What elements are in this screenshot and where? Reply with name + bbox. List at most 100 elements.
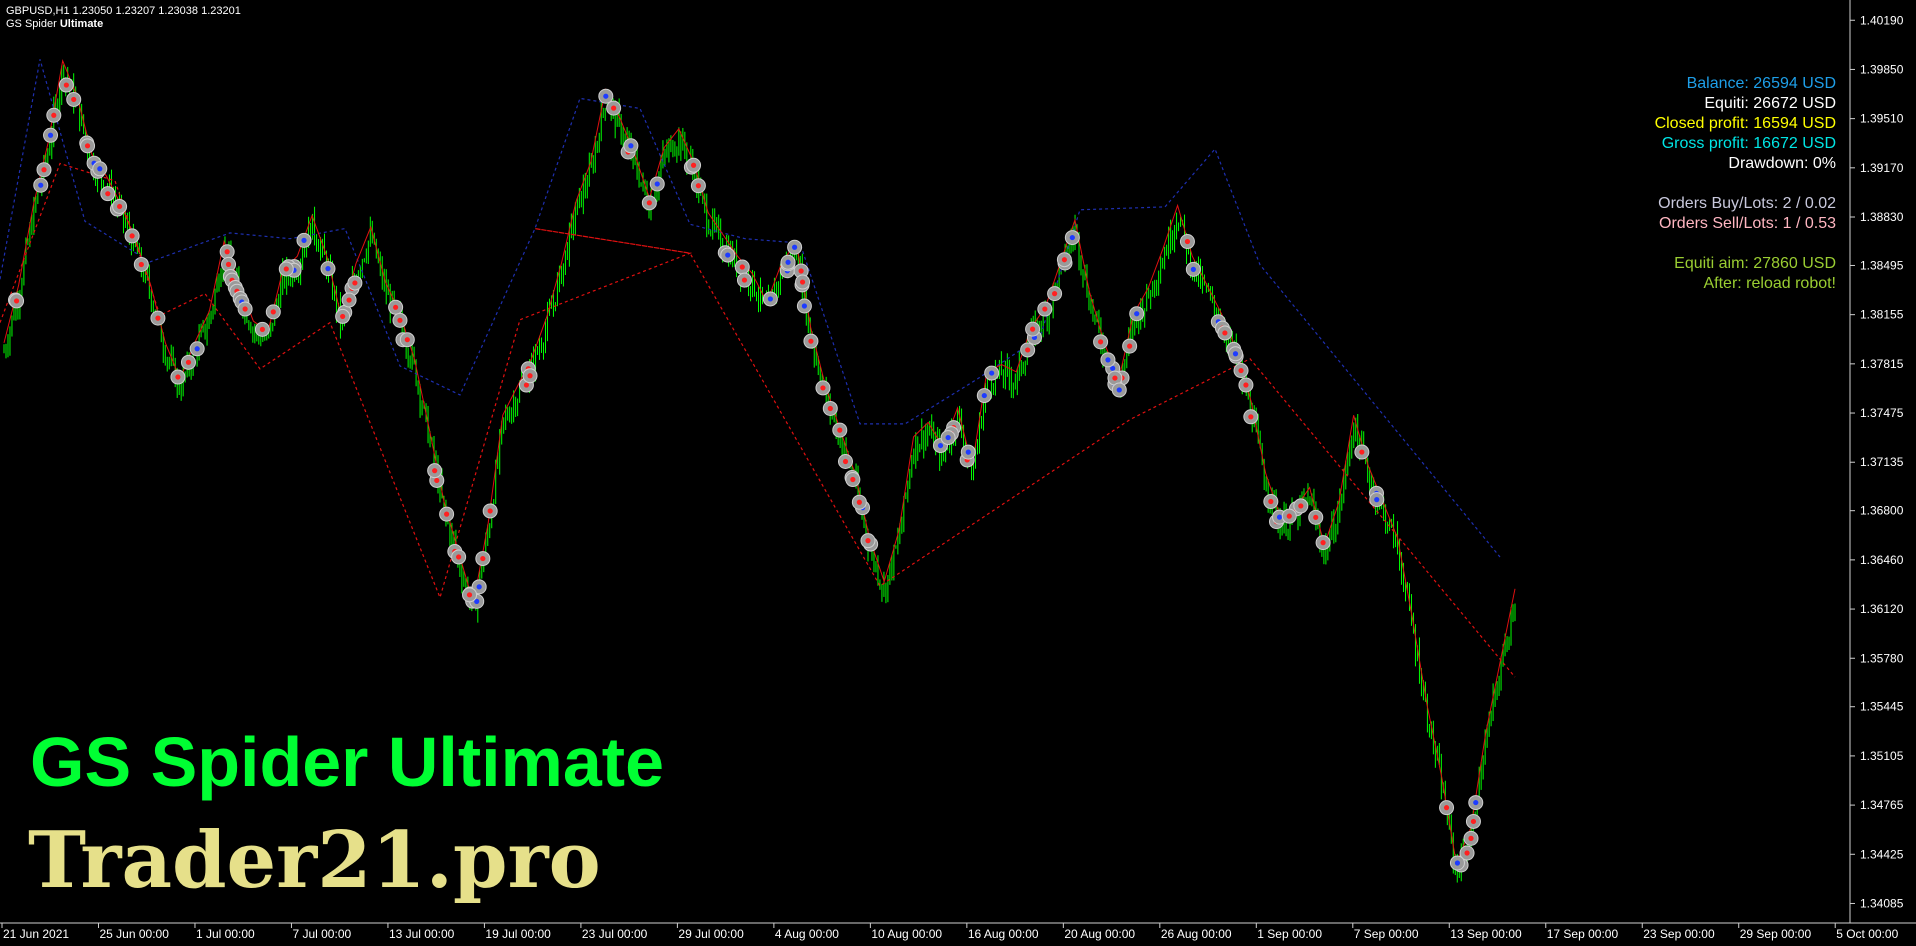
sell-marker-dot <box>1359 449 1365 455</box>
sell-marker-dot <box>138 261 144 268</box>
equity-text: Equiti: 26672 USD <box>1704 95 1836 112</box>
sell-marker-dot <box>41 167 47 173</box>
sell-marker-dot <box>63 82 69 88</box>
buy-marker-dot <box>325 266 331 272</box>
x-tick-label: 29 Sep 00:00 <box>1740 927 1812 941</box>
x-tick-label: 7 Jul 00:00 <box>292 927 351 941</box>
sell-marker-dot <box>1061 257 1067 263</box>
buy-marker-dot <box>1105 357 1111 363</box>
sell-marker-dot <box>352 280 358 286</box>
buy-marker-dot <box>767 296 773 302</box>
buy-marker-dot <box>654 181 660 187</box>
after-text: After: reload robot! <box>1703 275 1836 292</box>
indicator-suffix: Ultimate <box>59 18 104 30</box>
buy-marker-dot <box>1454 860 1461 866</box>
equity-aim-text: Equiti aim: 27860 USD <box>1674 255 1836 272</box>
sell-marker-dot <box>155 315 161 321</box>
buy-marker-dot <box>1134 311 1140 317</box>
sell-marker-dot <box>842 458 849 465</box>
buy-marker-dot <box>38 182 44 188</box>
sell-marker-dot <box>1470 818 1477 825</box>
x-tick-label: 7 Sep 00:00 <box>1354 927 1419 941</box>
buy-marker-dot <box>628 143 634 149</box>
buy-marker-dot <box>1374 497 1380 503</box>
sell-marker-dot <box>1222 330 1228 336</box>
account-info-panel: Balance: 26594 USD Equiti: 26672 USD Clo… <box>1655 74 1836 294</box>
buy-marker-dot <box>785 259 791 265</box>
overlay-site: Trader21.pro <box>28 815 601 906</box>
buy-marker-dot <box>194 346 200 352</box>
sell-marker-dot <box>1298 503 1304 509</box>
x-tick-label: 26 Aug 00:00 <box>1161 927 1232 941</box>
sell-marker-dot <box>1468 835 1474 841</box>
sell-marker-dot <box>1030 326 1036 332</box>
x-tick-label: 20 Aug 00:00 <box>1064 927 1135 941</box>
y-tick-label: 1.36800 <box>1860 504 1904 518</box>
sell-marker-dot <box>1313 514 1319 520</box>
sell-marker-dot <box>827 405 833 412</box>
y-tick-label: 1.34765 <box>1860 798 1904 812</box>
buy-marker-dot <box>1190 266 1196 272</box>
sell-marker-dot <box>1464 850 1470 856</box>
x-tick-label: 1 Jul 00:00 <box>196 927 255 941</box>
y-tick-label: 1.35445 <box>1860 700 1904 714</box>
sell-marker-dot <box>105 191 111 197</box>
sell-marker-dot <box>808 338 814 344</box>
sell-marker-dot <box>1112 375 1118 381</box>
x-tick-label: 13 Sep 00:00 <box>1450 927 1522 941</box>
x-tick-label: 5 Oct 00:00 <box>1836 927 1898 941</box>
y-tick-label: 1.38830 <box>1860 210 1904 224</box>
buy-marker-dot <box>965 449 971 455</box>
y-tick-label: 1.40190 <box>1860 13 1904 27</box>
y-tick-label: 1.39510 <box>1860 112 1904 126</box>
sell-marker-dot <box>466 592 473 598</box>
buy-marker-dot <box>1473 799 1479 806</box>
y-tick-label: 1.36460 <box>1860 553 1904 567</box>
sell-marker-dot <box>1025 347 1031 353</box>
sell-marker-dot <box>51 112 57 118</box>
sell-marker-dot <box>1097 339 1104 345</box>
x-tick-label: 17 Sep 00:00 <box>1547 927 1619 941</box>
y-tick-label: 1.37815 <box>1860 357 1904 371</box>
y-tick-label: 1.38495 <box>1860 258 1904 272</box>
y-tick-label: 1.38155 <box>1860 308 1904 322</box>
x-tick-label: 29 Jul 00:00 <box>678 927 744 941</box>
y-tick-label: 1.37135 <box>1860 455 1904 469</box>
buy-marker-dot <box>47 132 54 138</box>
overlay-title: GS Spider Ultimate <box>30 723 665 801</box>
sell-marker-dot <box>1238 367 1244 374</box>
sell-marker-dot <box>798 268 804 274</box>
x-tick-label: 23 Sep 00:00 <box>1643 927 1715 941</box>
sell-marker-dot <box>129 233 135 239</box>
orders-sell-text: Orders Sell/Lots: 1 / 0.53 <box>1659 215 1836 232</box>
sell-marker-dot <box>434 477 440 484</box>
sell-marker-dot <box>820 385 826 391</box>
sell-marker-dot <box>71 96 77 103</box>
balance-text: Balance: 26594 USD <box>1686 75 1836 92</box>
sell-marker-dot <box>270 309 276 315</box>
sell-marker-dot <box>850 476 856 483</box>
sell-marker-dot <box>611 105 617 111</box>
sell-marker-dot <box>1248 414 1254 420</box>
sell-marker-dot <box>393 304 399 310</box>
buy-marker-dot <box>725 252 731 258</box>
sell-marker-dot <box>480 555 486 562</box>
buy-marker-dot <box>97 166 103 172</box>
buy-marker-dot <box>981 392 987 399</box>
x-tick-label: 1 Sep 00:00 <box>1257 927 1322 941</box>
buy-marker-dot <box>301 237 307 243</box>
gross-profit-text: Gross profit: 16672 USD <box>1661 135 1836 152</box>
sell-marker-dot <box>856 499 862 505</box>
y-tick-label: 1.35780 <box>1860 651 1904 665</box>
y-tick-label: 1.36120 <box>1860 602 1904 616</box>
sell-marker-dot <box>1320 540 1326 546</box>
x-tick-label: 19 Jul 00:00 <box>485 927 551 941</box>
y-tick-label: 1.34425 <box>1860 847 1904 861</box>
buy-marker-dot <box>1276 514 1283 520</box>
sell-marker-dot <box>116 203 123 210</box>
price-chart[interactable]: 1.40190 1.39850 1.39510 1.39170 1.38830 1.384… <box>0 0 1916 946</box>
drawdown-text: Drawdown: 0% <box>1728 155 1836 172</box>
sell-marker-dot <box>1286 513 1292 519</box>
sell-marker-dot <box>340 313 346 320</box>
sell-marker-dot <box>225 261 232 267</box>
